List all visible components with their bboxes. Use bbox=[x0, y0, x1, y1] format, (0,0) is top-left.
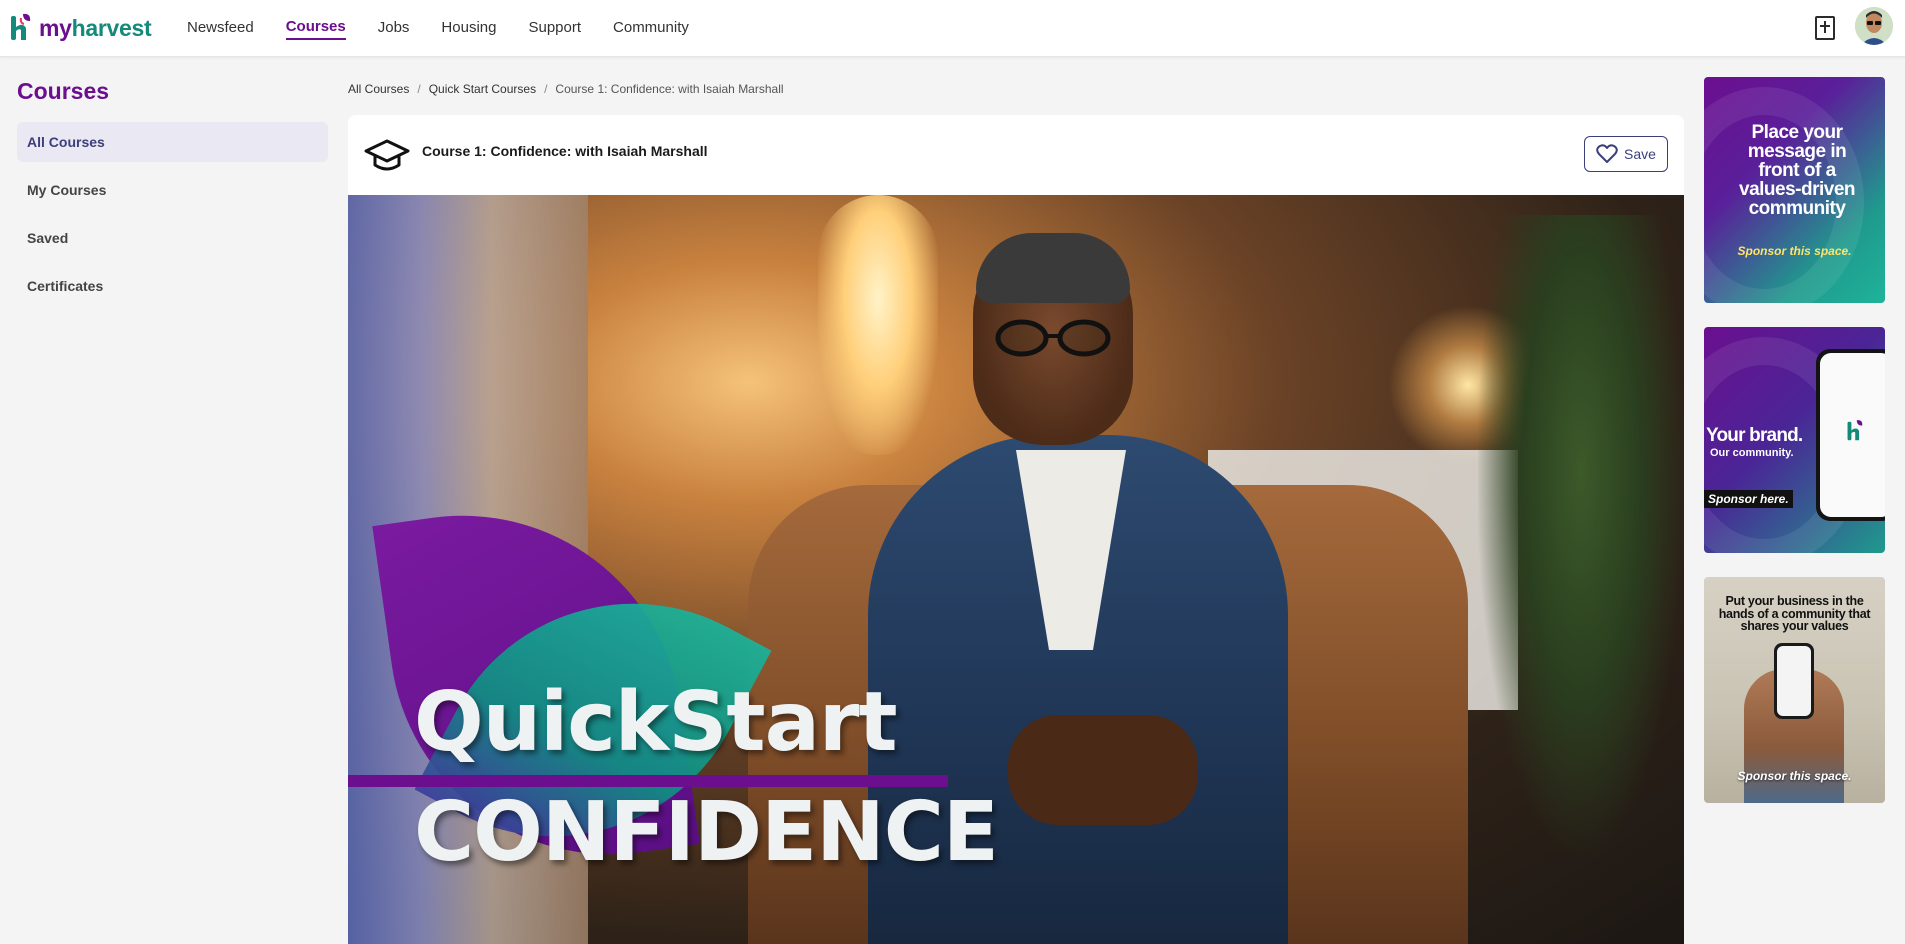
thumbnail-title-quickstart: QuickStart bbox=[414, 675, 898, 770]
heart-icon bbox=[1596, 144, 1618, 163]
ad-2-subtitle: Our community. bbox=[1710, 447, 1794, 459]
phone-screen bbox=[1820, 353, 1885, 517]
graduation-cap-icon bbox=[364, 135, 410, 175]
presenter-glasses bbox=[988, 318, 1118, 358]
main-nav: Newsfeed Courses Jobs Housing Support Co… bbox=[187, 0, 689, 57]
phone-mockup bbox=[1774, 643, 1814, 719]
logo-wordmark: myharvest bbox=[39, 14, 152, 41]
breadcrumb-current-course: Course 1: Confidence: with Isaiah Marsha… bbox=[555, 82, 784, 96]
phone-mockup bbox=[1816, 349, 1885, 521]
lamp-glow bbox=[818, 195, 938, 455]
background-plant bbox=[1478, 215, 1684, 855]
save-button[interactable]: Save bbox=[1584, 136, 1668, 172]
sidebar-item-my-courses[interactable]: My Courses bbox=[17, 170, 328, 210]
sponsor-ad-3[interactable]: Put your business in the hands of a comm… bbox=[1704, 577, 1885, 803]
sponsor-ad-1[interactable]: Place your message in front of a values-… bbox=[1704, 77, 1885, 303]
presenter-hair bbox=[976, 233, 1130, 303]
sidebar-item-certificates[interactable]: Certificates bbox=[17, 266, 328, 306]
ad-1-cta: Sponsor this space. bbox=[1737, 244, 1852, 258]
top-navigation-bar: myharvest Newsfeed Courses Jobs Housing … bbox=[0, 0, 1905, 57]
breadcrumb: All Courses / Quick Start Courses / Cour… bbox=[348, 82, 784, 96]
sidebar-item-all-courses[interactable]: All Courses bbox=[17, 122, 328, 162]
presenter-hands bbox=[1008, 715, 1198, 825]
ad-3-message: Put your business in the hands of a comm… bbox=[1718, 594, 1871, 633]
ad-3-cta: Sponsor this space. bbox=[1737, 769, 1852, 783]
breadcrumb-separator: / bbox=[544, 82, 548, 96]
sidebar-item-saved[interactable]: Saved bbox=[17, 218, 328, 258]
course-header: Course 1: Confidence: with Isaiah Marsha… bbox=[348, 115, 1684, 195]
breadcrumb-separator: / bbox=[417, 82, 421, 96]
course-title: Course 1: Confidence: with Isaiah Marsha… bbox=[422, 143, 708, 159]
harvest-logo-icon bbox=[9, 12, 35, 44]
breadcrumb-all-courses[interactable]: All Courses bbox=[348, 82, 409, 96]
breadcrumb-quick-start-courses[interactable]: Quick Start Courses bbox=[429, 82, 536, 96]
save-button-label: Save bbox=[1624, 146, 1656, 162]
sponsor-ad-2[interactable]: Your brand. Our community. Sponsor here. bbox=[1704, 327, 1885, 553]
nav-support[interactable]: Support bbox=[528, 19, 581, 39]
ad-2-cta: Sponsor here. bbox=[1704, 490, 1793, 508]
thumbnail-title-confidence: CONFIDENCE bbox=[414, 785, 999, 880]
nav-newsfeed[interactable]: Newsfeed bbox=[187, 19, 254, 39]
ad-1-message: Place your message in front of a values-… bbox=[1739, 122, 1856, 219]
myharvest-logo[interactable]: myharvest bbox=[9, 12, 152, 44]
nav-jobs[interactable]: Jobs bbox=[378, 19, 410, 39]
nav-community[interactable]: Community bbox=[613, 19, 689, 39]
course-card: Course 1: Confidence: with Isaiah Marsha… bbox=[348, 115, 1684, 944]
course-video-thumbnail[interactable]: QuickStart CONFIDENCE bbox=[348, 195, 1684, 944]
bible-icon[interactable] bbox=[1815, 16, 1835, 40]
nav-courses[interactable]: Courses bbox=[285, 18, 346, 40]
harvest-logo-icon bbox=[1847, 420, 1863, 441]
sidebar-title: Courses bbox=[17, 78, 110, 104]
ad-2-title: Your brand. bbox=[1706, 425, 1803, 446]
nav-housing[interactable]: Housing bbox=[441, 19, 496, 39]
user-avatar[interactable] bbox=[1855, 7, 1893, 45]
sidebar-menu: All Courses My Courses Saved Certificate… bbox=[17, 122, 328, 314]
